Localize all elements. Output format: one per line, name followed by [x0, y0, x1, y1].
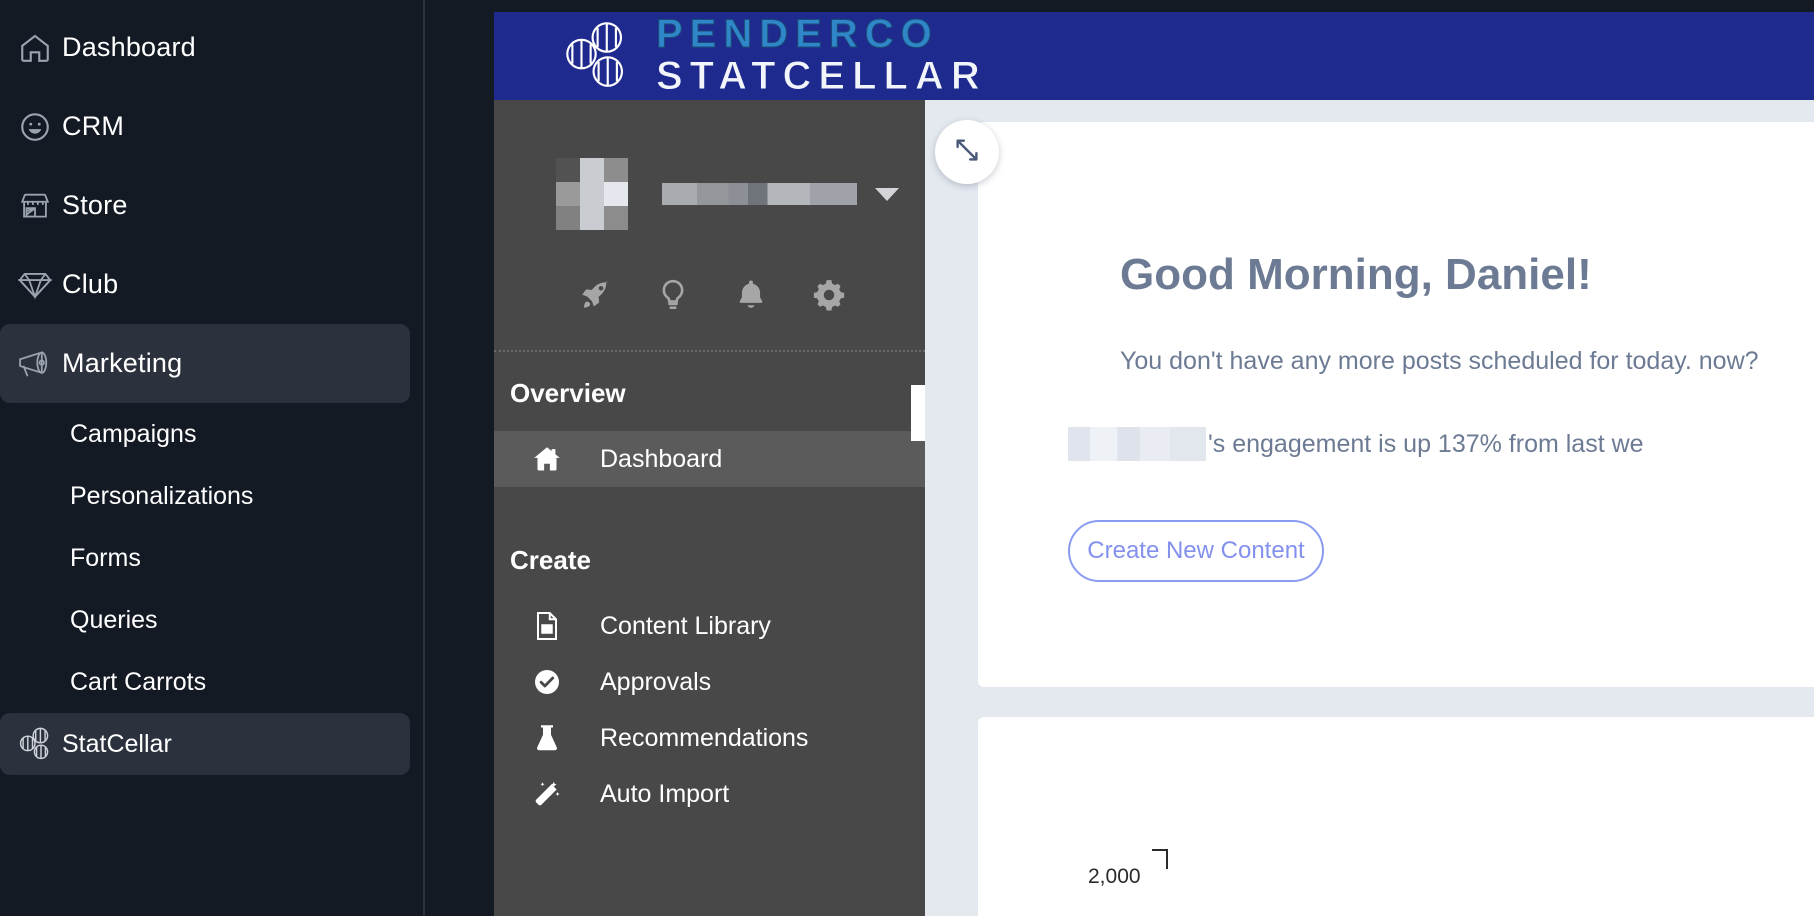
- secondary-nav-panel: Overview Dashboard Create Content Librar…: [494, 100, 925, 916]
- account-switcher[interactable]: [494, 100, 925, 230]
- page-title: Good Morning, Daniel!: [1120, 250, 1592, 299]
- quick-actions-row: [494, 230, 925, 312]
- chart-card: 2,000: [978, 717, 1814, 916]
- lightbulb-icon[interactable]: [634, 278, 712, 312]
- main-content: Good Morning, Daniel! You don't have any…: [925, 100, 1814, 916]
- sidebar-item-label: Store: [62, 190, 128, 220]
- sidebar-subitem-label: StatCellar: [62, 729, 172, 758]
- chart-axis-tick-mark: [1152, 849, 1168, 869]
- blurred-brand-name: [1068, 427, 1206, 461]
- nav-section-title-overview: Overview: [510, 378, 626, 408]
- nav-item-content-library[interactable]: Content Library: [494, 598, 925, 654]
- flask-icon: [494, 723, 600, 753]
- sidebar-item-label: CRM: [62, 111, 125, 141]
- sidebar-subitem-forms[interactable]: Forms: [0, 527, 410, 589]
- statcellar-logo-icon: [8, 727, 62, 761]
- brand-name-penderco: PENDERCO: [656, 12, 939, 57]
- magic-wand-icon: [494, 779, 600, 809]
- sidebar-subitem-label: Queries: [70, 605, 158, 634]
- expand-diagonal-icon: [952, 135, 982, 170]
- create-new-content-button[interactable]: Create New Content: [1068, 520, 1324, 582]
- megaphone-icon: [8, 349, 62, 379]
- smiley-icon: [8, 110, 62, 144]
- sidebar-subitem-statcellar[interactable]: StatCellar: [0, 713, 410, 775]
- sidebar-subitem-label: Campaigns: [70, 419, 197, 448]
- nav-item-recommendations[interactable]: Recommendations: [494, 710, 925, 766]
- greeting-body-text: You don't have any more posts scheduled …: [1120, 347, 1759, 375]
- avatar: [556, 158, 628, 230]
- engagement-stat-text: 's engagement is up 137% from last we: [1208, 429, 1644, 458]
- sidebar-item-label: Dashboard: [62, 32, 196, 62]
- sidebar-subitem-label: Cart Carrots: [70, 667, 207, 696]
- check-circle-icon: [494, 667, 600, 697]
- sidebar-item-label: Marketing: [62, 348, 183, 378]
- nav-item-auto-import[interactable]: Auto Import: [494, 766, 925, 822]
- nav-item-dashboard[interactable]: Dashboard: [494, 431, 925, 487]
- sidebar-item-dashboard[interactable]: Dashboard: [0, 8, 410, 87]
- nav-item-approvals[interactable]: Approvals: [494, 654, 925, 710]
- sidebar-item-club[interactable]: Club: [0, 245, 410, 324]
- home-icon: [494, 444, 600, 474]
- image-file-icon: [494, 611, 600, 641]
- nav-item-label: Dashboard: [600, 444, 723, 473]
- gear-icon[interactable]: [790, 278, 868, 312]
- expand-panel-button[interactable]: [935, 120, 999, 184]
- sidebar-item-label: Club: [62, 269, 119, 299]
- primary-sidebar: Dashboard CRM Store Club Marketing Campa…: [0, 0, 424, 916]
- sidebar-gap: [425, 0, 494, 916]
- nav-item-label: Recommendations: [600, 723, 809, 752]
- nav-scrollbar-thumb[interactable]: [911, 385, 925, 441]
- sidebar-subitem-personalizations[interactable]: Personalizations: [0, 465, 410, 527]
- sidebar-subitem-label: Personalizations: [70, 481, 254, 510]
- nav-item-label: Approvals: [600, 667, 712, 696]
- sidebar-subitem-cart-carrots[interactable]: Cart Carrots: [0, 651, 410, 713]
- chart-y-axis-tick-label: 2,000: [1088, 865, 1141, 888]
- rocket-icon[interactable]: [556, 278, 634, 312]
- nav-item-label: Auto Import: [600, 779, 730, 808]
- storefront-icon: [8, 189, 62, 223]
- sidebar-item-store[interactable]: Store: [0, 166, 410, 245]
- nav-section-title-create: Create: [510, 545, 591, 575]
- app-root: Dashboard CRM Store Club Marketing Campa…: [0, 0, 1814, 916]
- chevron-down-icon[interactable]: [875, 187, 899, 201]
- sidebar-subitem-queries[interactable]: Queries: [0, 589, 410, 651]
- bell-icon[interactable]: [712, 278, 790, 312]
- sidebar-subitem-campaigns[interactable]: Campaigns: [0, 403, 410, 465]
- greeting-card: Good Morning, Daniel! You don't have any…: [978, 122, 1814, 687]
- brand-name-statcellar: STATCELLAR: [656, 54, 987, 98]
- sidebar-item-crm[interactable]: CRM: [0, 87, 410, 166]
- sidebar-subitem-label: Forms: [70, 543, 141, 572]
- sidebar-item-marketing[interactable]: Marketing: [0, 324, 410, 403]
- nav-item-label: Content Library: [600, 611, 771, 640]
- account-username: [662, 183, 857, 205]
- engagement-stat-line: 's engagement is up 137% from last we: [1068, 427, 1644, 461]
- home-icon: [8, 31, 62, 65]
- brand-wordmark: PENDERCO STATCELLAR: [656, 12, 987, 98]
- diamond-icon: [8, 270, 62, 300]
- statcellar-circles-icon: [560, 21, 638, 91]
- brand-header: PENDERCO STATCELLAR: [494, 12, 1814, 100]
